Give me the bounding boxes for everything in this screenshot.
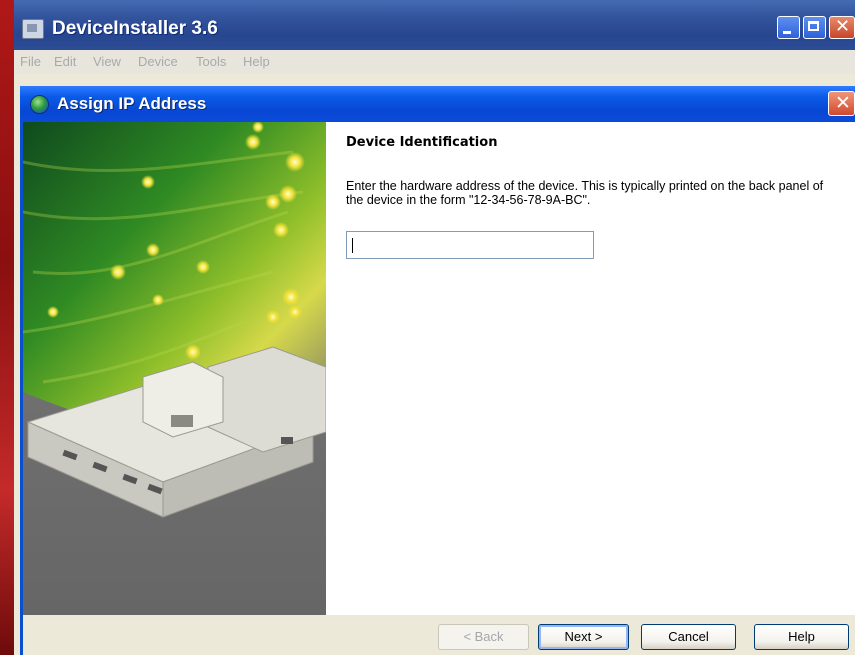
assign-ip-dialog: Assign IP Address ✕ Device Identificatio… — [20, 86, 855, 655]
app-icon — [22, 19, 44, 39]
close-icon: ✕ — [835, 16, 851, 37]
menu-device[interactable]: Device — [138, 54, 178, 69]
fiber-optic-device-illustration — [23, 122, 326, 615]
menu-edit[interactable]: Edit — [54, 54, 76, 69]
text-caret — [352, 238, 353, 253]
minimize-button[interactable] — [777, 16, 800, 39]
section-title: Device Identification — [346, 135, 498, 150]
wizard-side-image — [23, 122, 326, 615]
cancel-button[interactable]: Cancel — [641, 624, 736, 650]
menu-help[interactable]: Help — [243, 54, 270, 69]
maximize-button[interactable] — [803, 16, 826, 39]
hardware-address-input[interactable] — [346, 231, 594, 259]
wizard-button-bar: < Back Next > Cancel Help — [23, 615, 855, 655]
menu-tools[interactable]: Tools — [196, 54, 226, 69]
dialog-title: Assign IP Address — [57, 94, 207, 113]
menu-view[interactable]: View — [93, 54, 121, 69]
instructions-text: Enter the hardware address of the device… — [346, 179, 824, 207]
dialog-body: Device Identification Enter the hardware… — [23, 122, 855, 655]
close-icon: ✕ — [835, 92, 851, 114]
main-window-title: DeviceInstaller 3.6 — [52, 18, 218, 39]
dialog-close-button[interactable]: ✕ — [828, 91, 855, 116]
back-button[interactable]: < Back — [438, 624, 529, 650]
menu-file[interactable]: File — [20, 54, 41, 69]
next-button[interactable]: Next > — [538, 624, 629, 650]
globe-icon — [30, 95, 49, 114]
menu-bar: File Edit View Device Tools Help — [14, 50, 855, 74]
main-close-button[interactable]: ✕ — [829, 16, 855, 39]
help-button[interactable]: Help — [754, 624, 849, 650]
dialog-title-bar[interactable]: Assign IP Address ✕ — [20, 86, 855, 122]
desktop-background — [0, 0, 14, 655]
